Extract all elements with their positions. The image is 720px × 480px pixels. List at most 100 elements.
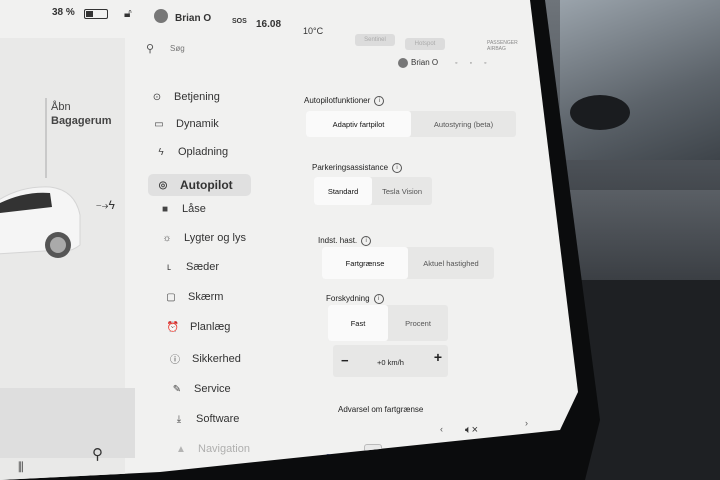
quick-icons: ◦◦◦ [455,60,499,67]
navigation-icon: ▲ [176,443,186,455]
chevron-left-icon[interactable]: ‹ [440,424,443,434]
option-standard[interactable]: Standard [314,177,373,205]
offset-value: +0 km/h [377,358,404,367]
info-icon[interactable]: i [392,163,403,173]
profile-name[interactable]: Brian O [175,13,211,24]
menu-item-software[interactable]: ⤓ Software [172,413,240,425]
parking-assist-selector: Standard Tesla Vision [314,177,432,205]
search-bar[interactable]: ⚲ [138,40,338,60]
status-pill[interactable]: Sentinel [355,34,395,46]
menu-item-label: Dynamik [176,118,219,130]
menu-item-label: Skærm [188,291,224,303]
menu-item-dynamik[interactable]: ▭ Dynamik [152,118,219,130]
menu-item-betjening[interactable]: ⊙ Betjening [150,91,220,103]
menu-item-autopilot[interactable]: ◎ Autopilot [148,174,251,196]
volume-mute-icon[interactable]: 🔈︎× [465,424,478,437]
search-input[interactable] [168,43,312,54]
option-adaptive-cruise[interactable]: Adaptiv fartpilot [306,111,411,137]
divider [45,98,47,178]
display-icon: ▢ [166,291,176,303]
trunk-button[interactable]: Åbn Bagagerum [51,100,112,128]
download-icon: ⤓ [176,413,182,425]
section-label: Indst. hast. [318,236,358,246]
menu-item-opladning[interactable]: ϟ Opladning [154,146,228,158]
increase-button[interactable]: + [434,349,442,365]
car-panel-footer [0,388,135,458]
menu-item-låse[interactable]: ■ Låse [158,203,206,215]
menu-item-label: Lygter og lys [184,232,246,244]
info-icon[interactable]: i [373,294,384,304]
toggle-icon: ⊙ [152,91,162,103]
section-label: Autopilotfunktioner [304,96,371,106]
section-label: Parkeringsassistance [312,163,389,173]
menu-item-label: Sikkerhed [192,352,241,365]
option-autosteer[interactable]: Autostyring (beta) [411,111,516,137]
info-icon[interactable]: i [374,96,385,106]
menu-item-label: Låse [182,203,206,215]
menu-item-service[interactable]: ✎ Service [170,383,231,395]
lock-icon: ■ [161,203,169,215]
battery-icon [84,9,108,19]
car-window [560,0,720,160]
search-icon[interactable]: ⚲ [92,445,103,463]
set-speed-selector: Fartgrænse Aktuel hastighed [322,247,494,279]
menu-item-label: Autopilot [180,178,233,192]
car-icon: ▭ [154,118,164,130]
menu-item-sæder[interactable]: ʟ Sæder [162,261,219,273]
option-percent[interactable]: Procent [388,305,448,341]
bolt-icon: ϟ [158,146,164,158]
autopilot-features-selector: Adaptiv fartpilot Autostyring (beta) [306,111,516,137]
trunk-label: Bagagerum [51,115,112,127]
parking-assist-label: Parkeringsassistance i [312,163,403,173]
menu-item-planlæg[interactable]: ⏰ Planlæg [166,321,231,333]
trunk-open-label: Åbn [51,101,71,113]
set-speed-label: Indst. hast. i [318,236,372,246]
offset-label: Forskydning i [326,294,384,304]
charge-port-icon[interactable]: ⤍ϟ [96,198,115,213]
sos-indicator: SOS [232,18,247,25]
seat-icon: ʟ [166,261,172,273]
option-fixed[interactable]: Fast [328,305,388,341]
menu-item-label: Service [194,383,231,395]
status-bar: 38 % 🔓︎ Brian O SOS 16.08 10°C Sentinel … [0,0,540,52]
menu-item-sikkerhed[interactable]: ⓘ Sikkerhed [168,351,241,367]
profile-name: Brian O [411,58,439,68]
offset-selector: Fast Procent [328,305,448,341]
lock-icon[interactable]: 🔓︎ [124,6,132,21]
menu-item-label: Software [196,413,240,425]
avatar[interactable] [154,9,168,23]
section-label: Forskydning [326,294,370,304]
search-icon: ⚲ [146,43,155,55]
decrease-button[interactable]: − [341,353,349,368]
airbag-indicator: PASSENGER AIRBAG [487,40,518,52]
controls-icon[interactable]: ⫼ [18,460,24,475]
car-image [0,186,81,258]
wrench-icon: ✎ [172,383,182,395]
avatar [398,58,408,68]
info-icon: ⓘ [170,355,180,366]
menu-item-label: Opladning [178,146,229,158]
clock: 16.08 [256,19,282,30]
offset-stepper: − +0 km/h + [333,345,448,377]
battery-percent: 38 % [52,7,75,18]
chevron-right-icon[interactable]: › [525,418,528,428]
menu-item-label: Sæder [186,261,220,273]
touchscreen: 38 % 🔓︎ Brian O SOS 16.08 10°C Sentinel … [0,0,578,480]
autopilot-features-label: Autopilotfunktioner i [304,96,385,106]
menu-item-lygter-og-lys[interactable]: ☼ Lygter og lys [160,232,246,244]
speed-limit-warning-label: Advarsel om fartgrænse [338,405,424,414]
clock-icon: ⏰ [166,321,180,333]
menu-item-navigation[interactable]: ▲ Navigation [174,443,250,455]
dashboard-panel [560,190,720,280]
profile-button[interactable]: Brian O [398,58,438,68]
steering-stalk [570,95,630,130]
menu-item-skærm[interactable]: ▢ Skærm [164,291,223,303]
menu-item-label: Planlæg [190,321,231,333]
status-pill[interactable]: Hotspot [405,38,445,50]
outside-temperature: 10°C [303,26,324,36]
option-speed-limit[interactable]: Fartgrænse [322,247,408,279]
option-current-speed[interactable]: Aktuel hastighed [408,247,494,279]
sun-icon: ☼ [162,232,172,244]
info-icon[interactable]: i [361,236,372,246]
option-tesla-vision[interactable]: Tesla Vision [372,177,432,205]
